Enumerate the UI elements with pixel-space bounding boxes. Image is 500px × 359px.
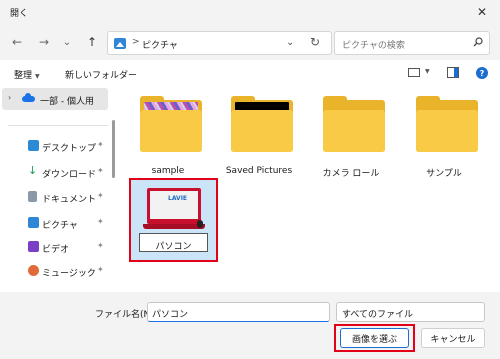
dropdown-arrow-icon: ▼ bbox=[35, 73, 40, 80]
select-image-button[interactable]: 画像を選ぶ bbox=[340, 328, 409, 348]
search-box[interactable]: ピクチャの検索 bbox=[334, 31, 490, 55]
window-title: 開く bbox=[10, 9, 29, 19]
download-icon: ↓ bbox=[28, 164, 38, 177]
laptop-thumbnail: LAVIE bbox=[143, 186, 205, 229]
file-name: パソコン bbox=[155, 242, 192, 252]
document-icon bbox=[28, 191, 37, 202]
file-name: カメラ ロール bbox=[322, 169, 380, 179]
folder-item-camera-roll[interactable]: カメラ ロール bbox=[310, 86, 392, 179]
search-input[interactable]: ピクチャの検索 bbox=[342, 38, 405, 51]
file-item-pasokon-selected[interactable]: LAVIE パソコン bbox=[129, 178, 218, 262]
chevron-down-icon: ⌄ bbox=[342, 307, 349, 316]
breadcrumb-pictures[interactable]: ピクチャ bbox=[142, 38, 178, 51]
sidebar-item-downloads[interactable]: ↓ ダウンロード ✦ bbox=[0, 161, 110, 183]
file-name: Saved Pictures bbox=[225, 166, 293, 176]
filename-input[interactable]: パソコン bbox=[147, 302, 330, 322]
preview-pane-icon[interactable] bbox=[447, 67, 459, 78]
expand-chevron-icon[interactable]: › bbox=[8, 93, 11, 102]
help-icon[interactable]: ? bbox=[476, 67, 488, 79]
folder-item-samples[interactable]: サンプル bbox=[403, 86, 485, 179]
video-icon bbox=[28, 241, 39, 252]
sidebar-item-label: ビデオ bbox=[42, 245, 70, 255]
sidebar-item-documents[interactable]: ドキュメント ✦ bbox=[0, 186, 110, 208]
laptop-base bbox=[143, 224, 205, 229]
command-bar: 整理 ▼ 新しいフォルダー ▼ ? bbox=[0, 60, 500, 86]
breadcrumb-separator: > bbox=[132, 37, 140, 47]
organize-label: 整理 bbox=[14, 71, 33, 81]
sidebar-item-onedrive[interactable]: › 一部 - 個人用 bbox=[2, 88, 108, 110]
pin-icon: ✦ bbox=[97, 191, 104, 200]
refresh-icon[interactable]: ↻ bbox=[310, 35, 320, 49]
search-icon[interactable] bbox=[473, 37, 483, 47]
filetype-select[interactable]: すべてのファイル ⌄ bbox=[336, 302, 485, 322]
folder-icon bbox=[231, 110, 293, 152]
dialog-footer: ファイル名(N): パソコン すべてのファイル ⌄ 画像を選ぶ キャンセル bbox=[0, 292, 500, 359]
folder-item-sample[interactable]: sample bbox=[127, 86, 209, 178]
folder-item-saved-pictures[interactable]: Saved Pictures bbox=[218, 86, 300, 178]
sidebar-item-label: デスクトップ bbox=[42, 144, 97, 154]
navigation-bar: ← → ⌄ ↑ > ピクチャ ⌄ ↻ ピクチャの検索 bbox=[0, 24, 500, 60]
recent-locations-button[interactable]: ⌄ bbox=[58, 34, 76, 50]
music-icon bbox=[28, 265, 39, 276]
view-options-icon[interactable] bbox=[408, 68, 420, 77]
folder-icon bbox=[416, 110, 478, 152]
sidebar-item-label: ピクチャ bbox=[42, 221, 78, 231]
sidebar-item-label: 一部 - 個人用 bbox=[40, 97, 94, 107]
folder-icon bbox=[140, 110, 202, 152]
pin-icon: ✦ bbox=[97, 217, 104, 226]
cancel-button[interactable]: キャンセル bbox=[421, 328, 485, 348]
sidebar-item-label: ダウンロード bbox=[42, 170, 97, 180]
pin-icon: ✦ bbox=[97, 265, 104, 274]
sidebar-item-pictures[interactable]: ピクチャ ✦ bbox=[0, 212, 110, 234]
view-dropdown-arrow-icon[interactable]: ▼ bbox=[425, 68, 430, 75]
chevron-down-icon[interactable]: ⌄ bbox=[286, 37, 294, 48]
forward-button[interactable]: → bbox=[35, 34, 53, 50]
up-button[interactable]: ↑ bbox=[83, 34, 101, 50]
pin-icon: ✦ bbox=[97, 166, 104, 175]
picture-icon bbox=[28, 217, 39, 228]
onedrive-cloud-icon bbox=[22, 93, 35, 102]
desktop-icon bbox=[28, 140, 39, 151]
sidebar-divider bbox=[8, 125, 108, 126]
open-button-highlight: 画像を選ぶ bbox=[334, 324, 415, 352]
title-bar: 開く ✕ bbox=[0, 0, 500, 24]
sidebar-item-label: ドキュメント bbox=[42, 195, 97, 205]
pin-icon: ✦ bbox=[97, 140, 104, 149]
new-folder-button[interactable]: 新しいフォルダー bbox=[65, 68, 137, 81]
file-name: sample bbox=[151, 166, 185, 176]
pictures-icon bbox=[114, 38, 126, 49]
sidebar-item-desktop[interactable]: デスクトップ ✦ bbox=[0, 135, 110, 157]
mouse-icon bbox=[197, 220, 203, 228]
filename-value: パソコン bbox=[152, 310, 189, 320]
close-button[interactable]: ✕ bbox=[464, 0, 500, 24]
organize-menu[interactable]: 整理 ▼ bbox=[14, 68, 40, 81]
navigation-pane: › 一部 - 個人用 デスクトップ ✦ ↓ ダウンロード ✦ ドキュメント ✦ … bbox=[0, 86, 118, 292]
back-button[interactable]: ← bbox=[8, 34, 26, 50]
pin-icon: ✦ bbox=[97, 241, 104, 250]
sidebar-item-music[interactable]: ミュージック ✦ bbox=[0, 260, 110, 282]
file-name: サンプル bbox=[426, 169, 462, 179]
laptop-logo: LAVIE bbox=[168, 195, 188, 202]
folder-icon bbox=[323, 110, 385, 152]
sidebar-scrollbar[interactable] bbox=[112, 120, 115, 178]
address-bar[interactable]: > ピクチャ ⌄ ↻ bbox=[107, 31, 332, 55]
sidebar-item-label: ミュージック bbox=[42, 269, 96, 279]
sidebar-item-videos[interactable]: ビデオ ✦ bbox=[0, 236, 110, 258]
